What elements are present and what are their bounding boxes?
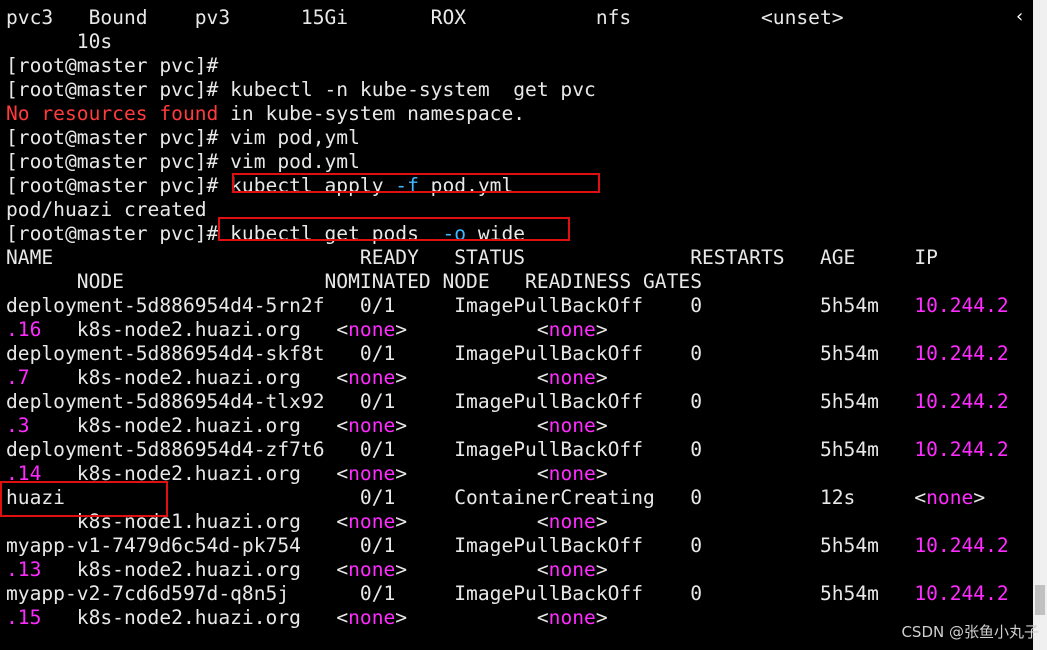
- pod-fields: deployment-5d886954d4-skf8t 0/1 ImagePul…: [6, 342, 915, 365]
- table-row: deployment-5d886954d4-skf8t 0/1 ImagePul…: [6, 342, 1009, 366]
- pod-ip-tail: .16: [6, 318, 42, 341]
- table-header: NAME READY STATUS RESTARTS AGE IP: [6, 246, 938, 269]
- nominated-node: <none> <none>: [336, 366, 608, 389]
- annotation-box-apply: [232, 173, 600, 193]
- terminal-line: pvc3 Bound pv3 15Gi ROX nfs <unset>: [6, 6, 844, 29]
- message-text: in kube-system namespace.: [218, 102, 526, 125]
- pod-ip-tail: .7: [6, 366, 30, 389]
- table-row: deployment-5d886954d4-zf7t6 0/1 ImagePul…: [6, 438, 1009, 462]
- nominated-node: <none> <none>: [336, 462, 608, 485]
- shell-prompt: [root@master pvc]#: [6, 174, 231, 197]
- pod-fields: myapp-v2-7cd6d597d-q8n5j 0/1 ImagePullBa…: [6, 582, 915, 605]
- nominated-node: <none> <none>: [336, 414, 608, 437]
- table-row-continuation: .13 k8s-node2.huazi.org <none> <none>: [6, 558, 608, 582]
- pod-node: k8s-node2.huazi.org: [41, 318, 337, 341]
- terminal-line: No resources found in kube-system namesp…: [6, 102, 525, 126]
- pod-fields: myapp-v1-7479d6c54d-pk754 0/1 ImagePullB…: [6, 534, 915, 557]
- pod-fields: deployment-5d886954d4-5rn2f 0/1 ImagePul…: [6, 294, 915, 317]
- nominated-node: <none> <none>: [336, 606, 608, 629]
- table-row-continuation: .3 k8s-node2.huazi.org <none> <none>: [6, 414, 608, 438]
- error-text: No resources found: [6, 102, 219, 125]
- table-row-continuation: .15 k8s-node2.huazi.org <none> <none>: [6, 606, 608, 630]
- pod-ip: 10.244.2: [914, 438, 1009, 461]
- pod-ip: 10.244.2: [914, 294, 1009, 317]
- vertical-scrollbar[interactable]: [1033, 0, 1047, 650]
- nominated-node: <none> <none>: [336, 318, 608, 341]
- table-row: deployment-5d886954d4-5rn2f 0/1 ImagePul…: [6, 294, 1009, 318]
- shell-prompt: [root@master pvc]#: [6, 222, 231, 245]
- pod-node: k8s-node2.huazi.org: [29, 366, 337, 389]
- table-row: myapp-v1-7479d6c54d-pk754 0/1 ImagePullB…: [6, 534, 1009, 558]
- table-row: deployment-5d886954d4-tlx92 0/1 ImagePul…: [6, 390, 1009, 414]
- annotation-box-get-pods: [218, 217, 570, 241]
- nominated-node: <none> <none>: [336, 558, 608, 581]
- scroll-thumb[interactable]: [1035, 585, 1045, 615]
- pod-ip: <none>: [914, 486, 986, 509]
- terminal-line: [root@master pvc]# vim pod.yml: [6, 150, 360, 173]
- terminal-line: pod/huazi created: [6, 198, 207, 221]
- chevron-left-icon[interactable]: ‹: [1016, 6, 1023, 27]
- pod-ip: 10.244.2: [914, 342, 1009, 365]
- table-row-continuation: .16 k8s-node2.huazi.org <none> <none>: [6, 318, 608, 342]
- pod-fields: deployment-5d886954d4-zf7t6 0/1 ImagePul…: [6, 438, 915, 461]
- terminal-line: 10s: [6, 30, 113, 53]
- table-row: myapp-v2-7cd6d597d-q8n5j 0/1 ImagePullBa…: [6, 582, 1009, 606]
- pod-node: k8s-node2.huazi.org: [29, 414, 337, 437]
- pod-node: k8s-node2.huazi.org: [41, 606, 337, 629]
- table-header: NODE NOMINATED NODE READINESS GATES: [6, 270, 702, 293]
- pod-fields: deployment-5d886954d4-tlx92 0/1 ImagePul…: [6, 390, 915, 413]
- pod-ip-tail: .3: [6, 414, 30, 437]
- terminal-line: [root@master pvc]# kubectl -n kube-syste…: [6, 78, 596, 101]
- annotation-box-huazi: [0, 481, 168, 517]
- pod-ip: 10.244.2: [914, 390, 1009, 413]
- nominated-node: <none> <none>: [336, 510, 608, 533]
- watermark: CSDN @张鱼小丸子: [901, 623, 1039, 641]
- table-row-continuation: .7 k8s-node2.huazi.org <none> <none>: [6, 366, 608, 390]
- pod-ip: 10.244.2: [914, 534, 1009, 557]
- pod-ip-tail: .13: [6, 558, 42, 581]
- pod-node: k8s-node2.huazi.org: [41, 558, 337, 581]
- pod-ip: 10.244.2: [914, 582, 1009, 605]
- terminal-window[interactable]: pvc3 Bound pv3 15Gi ROX nfs <unset> 10s …: [0, 0, 1047, 650]
- pod-ip-tail: .15: [6, 606, 42, 629]
- terminal-line: [root@master pvc]# vim pod,yml: [6, 126, 360, 149]
- terminal-line: [root@master pvc]#: [6, 54, 219, 77]
